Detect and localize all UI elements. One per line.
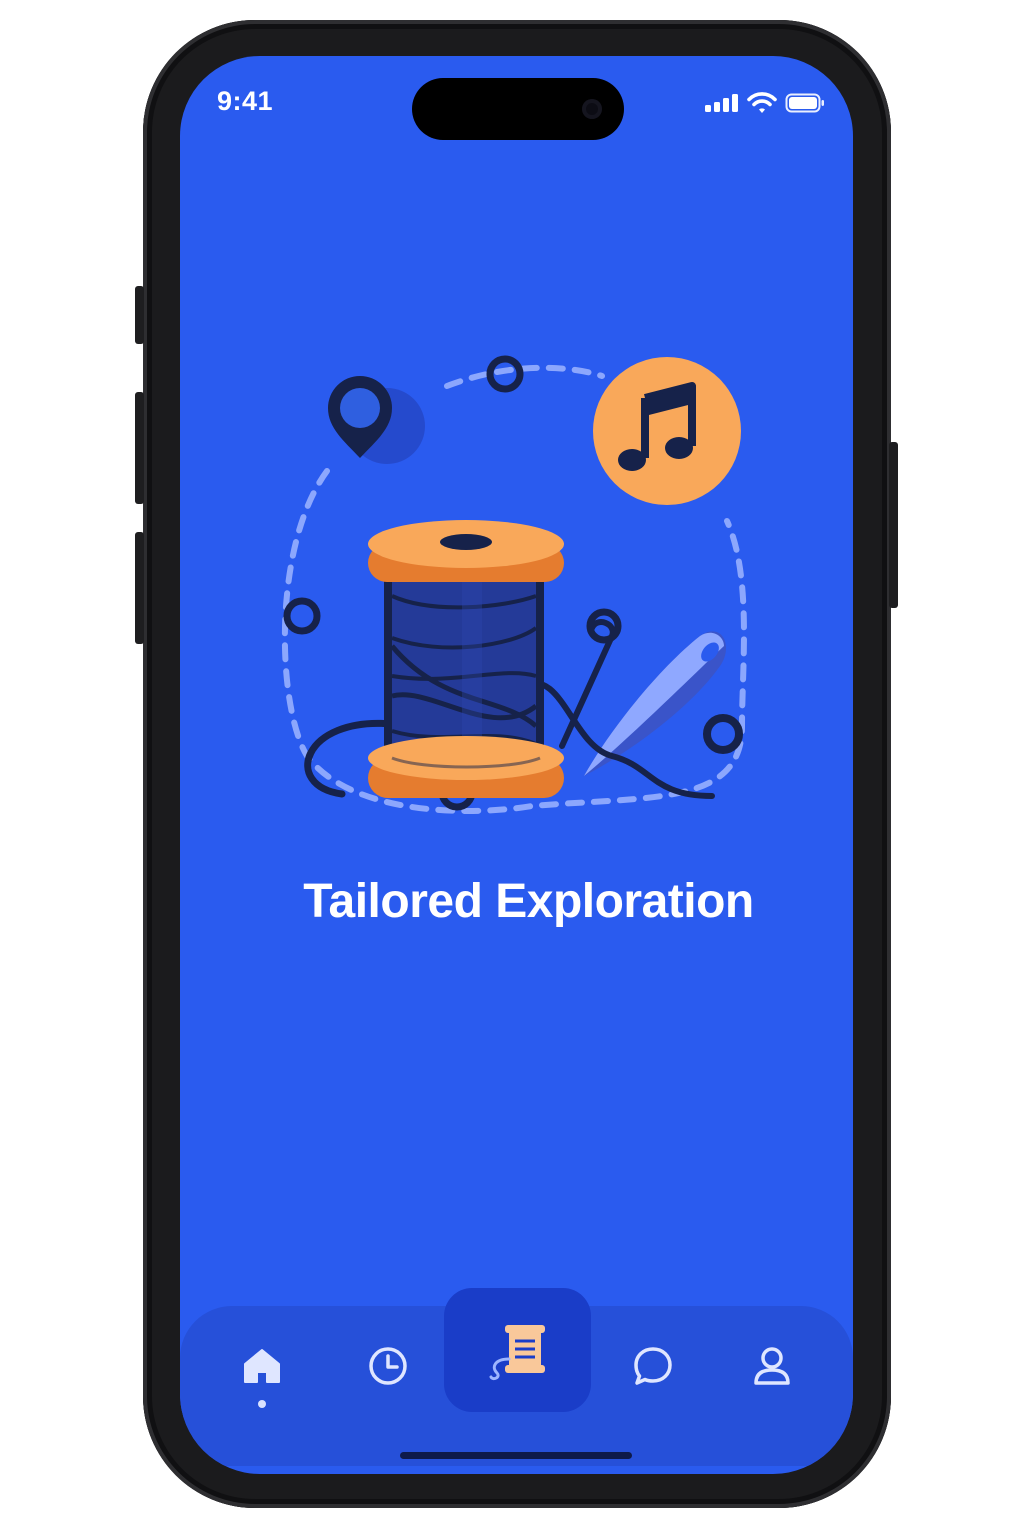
front-camera <box>582 99 602 119</box>
active-page-dot <box>258 1400 266 1408</box>
volume-up-button <box>135 392 144 504</box>
home-indicator[interactable] <box>400 1452 632 1459</box>
user-icon <box>754 1347 790 1385</box>
tab-spool[interactable] <box>444 1288 591 1412</box>
path-node-right <box>703 714 743 754</box>
clock-icon <box>369 1347 407 1385</box>
onboarding-illustration <box>281 355 747 814</box>
map-pin-icon <box>328 376 425 464</box>
home-icon <box>244 1349 280 1383</box>
battery-icon <box>785 93 824 113</box>
tab-profile[interactable] <box>742 1336 802 1396</box>
app-screen: 9:41 Tailored Exploration <box>180 56 853 1474</box>
tab-chat[interactable] <box>623 1336 683 1396</box>
spool-icon <box>489 1325 545 1381</box>
wifi-icon <box>747 92 777 113</box>
status-time: 9:41 <box>217 86 274 116</box>
silent-switch <box>135 286 144 344</box>
music-note-icon <box>593 357 741 505</box>
cellular-signal-icon <box>705 94 738 112</box>
tab-bar <box>180 1288 853 1466</box>
volume-down-button <box>135 532 144 644</box>
status-icons <box>705 92 825 114</box>
path-node-left <box>283 597 321 635</box>
power-button <box>889 442 898 608</box>
tab-history[interactable] <box>358 1336 418 1396</box>
chat-bubble-icon <box>634 1347 672 1385</box>
dynamic-island <box>412 78 624 140</box>
tab-home[interactable] <box>232 1336 292 1408</box>
thread-spool <box>368 520 564 798</box>
path-node-top <box>486 355 524 393</box>
onboarding-title: Tailored Exploration <box>303 875 754 928</box>
